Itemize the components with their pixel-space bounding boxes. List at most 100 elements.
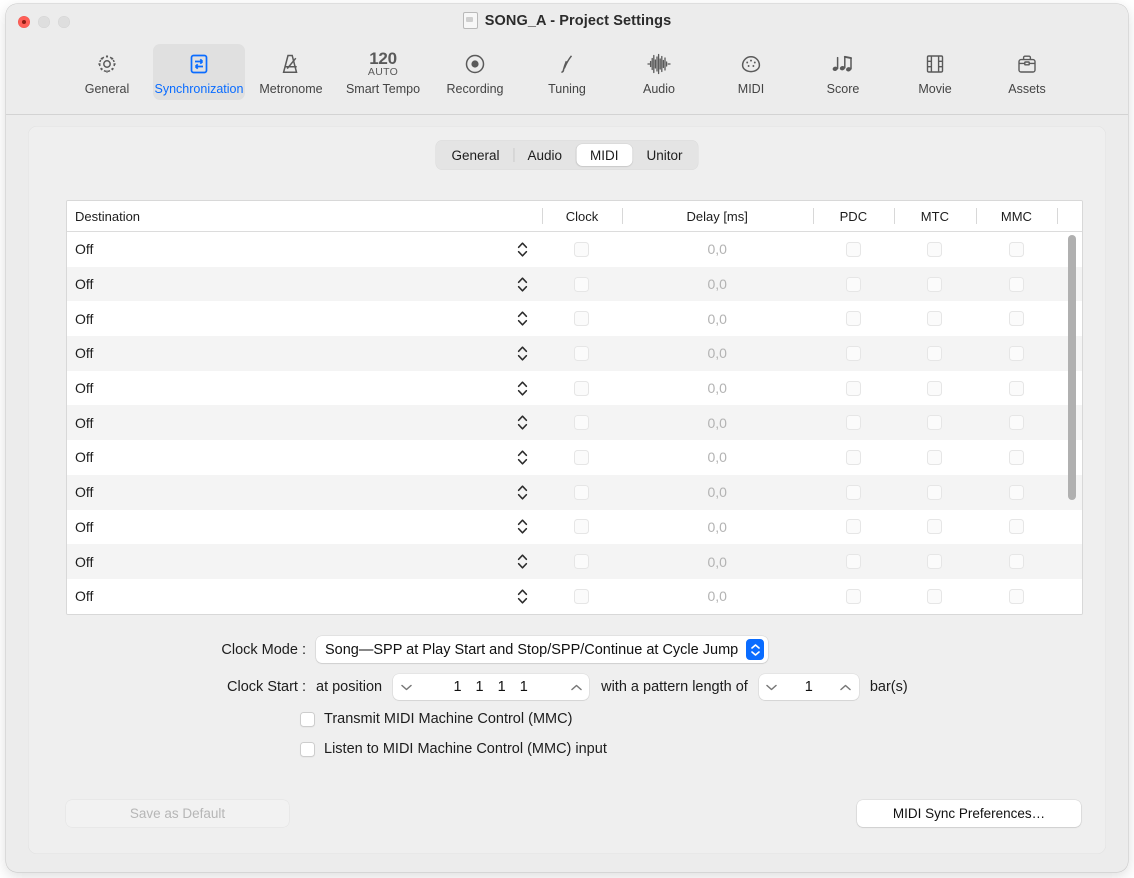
pdc-checkbox[interactable] xyxy=(845,554,861,570)
destination-cell[interactable]: Off xyxy=(67,553,542,570)
chevron-down-icon[interactable] xyxy=(393,684,419,691)
mmc-checkbox[interactable] xyxy=(1008,519,1024,535)
toolbar-item-assets[interactable]: Assets xyxy=(981,44,1073,100)
destination-stepper-icon[interactable] xyxy=(516,553,528,570)
toolbar-item-synchronization[interactable]: Synchronization xyxy=(153,44,245,100)
pdc-cell[interactable] xyxy=(813,345,895,361)
destination-stepper-icon[interactable] xyxy=(516,449,528,466)
table-row[interactable]: Off 0,0 xyxy=(67,578,1082,614)
clock-cell[interactable] xyxy=(542,415,622,431)
clock-checkbox[interactable] xyxy=(574,380,590,396)
mmc-cell[interactable] xyxy=(976,484,1058,500)
destination-cell[interactable]: Off xyxy=(67,414,542,431)
tab-general[interactable]: General xyxy=(437,144,513,166)
toolbar-item-general[interactable]: General xyxy=(61,44,153,100)
pdc-checkbox[interactable] xyxy=(845,276,861,292)
mtc-checkbox[interactable] xyxy=(927,449,943,465)
chevron-up-icon[interactable] xyxy=(833,684,859,691)
table-scrollbar[interactable] xyxy=(1065,233,1080,611)
destination-cell[interactable]: Off xyxy=(67,518,542,535)
mtc-checkbox[interactable] xyxy=(927,415,943,431)
pdc-cell[interactable] xyxy=(813,380,895,396)
pdc-checkbox[interactable] xyxy=(845,588,861,604)
destination-stepper-icon[interactable] xyxy=(516,588,528,605)
clock-checkbox[interactable] xyxy=(574,484,590,500)
table-row[interactable]: Off 0,0 xyxy=(67,301,1082,337)
mtc-checkbox[interactable] xyxy=(927,519,943,535)
mtc-cell[interactable] xyxy=(894,241,976,257)
toolbar-item-smart-tempo[interactable]: 120 AUTO Smart Tempo xyxy=(337,44,429,100)
pdc-cell[interactable] xyxy=(813,519,895,535)
destination-cell[interactable]: Off xyxy=(67,449,542,466)
mmc-checkbox[interactable] xyxy=(1008,415,1024,431)
delay-cell[interactable]: 0,0 xyxy=(622,241,813,257)
destination-stepper-icon[interactable] xyxy=(516,241,528,258)
pdc-checkbox[interactable] xyxy=(845,311,861,327)
pattern-length-stepper[interactable]: 1 xyxy=(758,674,859,700)
mtc-cell[interactable] xyxy=(894,484,976,500)
listen-mmc-row[interactable]: Listen to MIDI Machine Control (MMC) inp… xyxy=(300,741,607,757)
table-row[interactable]: Off 0,0 xyxy=(67,440,1082,475)
mtc-cell[interactable] xyxy=(894,380,976,396)
mmc-cell[interactable] xyxy=(976,276,1058,292)
destination-cell[interactable]: Off xyxy=(67,588,542,605)
table-scrollbar-thumb[interactable] xyxy=(1068,235,1076,500)
mmc-checkbox[interactable] xyxy=(1008,484,1024,500)
delay-cell[interactable]: 0,0 xyxy=(622,588,813,604)
mtc-checkbox[interactable] xyxy=(927,241,943,257)
clock-cell[interactable] xyxy=(542,588,622,604)
clock-checkbox[interactable] xyxy=(574,311,590,327)
mmc-checkbox[interactable] xyxy=(1008,380,1024,396)
mtc-checkbox[interactable] xyxy=(927,588,943,604)
mmc-checkbox[interactable] xyxy=(1008,241,1024,257)
delay-cell[interactable]: 0,0 xyxy=(622,519,813,535)
save-as-default-button[interactable]: Save as Default xyxy=(66,800,289,827)
delay-cell[interactable]: 0,0 xyxy=(622,276,813,292)
midi-sync-preferences-button[interactable]: MIDI Sync Preferences… xyxy=(857,800,1081,827)
pdc-cell[interactable] xyxy=(813,484,895,500)
pdc-checkbox[interactable] xyxy=(845,380,861,396)
pdc-checkbox[interactable] xyxy=(845,484,861,500)
pdc-cell[interactable] xyxy=(813,311,895,327)
mtc-checkbox[interactable] xyxy=(927,554,943,570)
chevron-down-icon[interactable] xyxy=(759,684,785,691)
mtc-checkbox[interactable] xyxy=(927,380,943,396)
clock-checkbox[interactable] xyxy=(574,415,590,431)
destination-cell[interactable]: Off xyxy=(67,484,542,501)
clock-cell[interactable] xyxy=(542,484,622,500)
clock-checkbox[interactable] xyxy=(574,345,590,361)
pdc-checkbox[interactable] xyxy=(845,415,861,431)
listen-mmc-checkbox[interactable] xyxy=(300,741,315,757)
mtc-cell[interactable] xyxy=(894,449,976,465)
mtc-cell[interactable] xyxy=(894,519,976,535)
table-row[interactable]: Off 0,0 xyxy=(67,405,1082,441)
mmc-cell[interactable] xyxy=(976,241,1058,257)
destination-stepper-icon[interactable] xyxy=(516,484,528,501)
toolbar-item-movie[interactable]: Movie xyxy=(889,44,981,100)
clock-cell[interactable] xyxy=(542,276,622,292)
pdc-checkbox[interactable] xyxy=(845,449,861,465)
mmc-checkbox[interactable] xyxy=(1008,554,1024,570)
pdc-checkbox[interactable] xyxy=(845,241,861,257)
destination-stepper-icon[interactable] xyxy=(516,345,528,362)
mmc-checkbox[interactable] xyxy=(1008,588,1024,604)
delay-cell[interactable]: 0,0 xyxy=(622,449,813,465)
tab-unitor[interactable]: Unitor xyxy=(633,144,697,166)
toolbar-item-score[interactable]: Score xyxy=(797,44,889,100)
mmc-cell[interactable] xyxy=(976,449,1058,465)
mtc-cell[interactable] xyxy=(894,588,976,604)
mmc-cell[interactable] xyxy=(976,415,1058,431)
mtc-cell[interactable] xyxy=(894,554,976,570)
mmc-cell[interactable] xyxy=(976,554,1058,570)
table-row[interactable]: Off 0,0 xyxy=(67,336,1082,371)
table-row[interactable]: Off 0,0 xyxy=(67,370,1082,406)
clock-checkbox[interactable] xyxy=(574,241,590,257)
delay-cell[interactable]: 0,0 xyxy=(622,554,813,570)
delay-cell[interactable]: 0,0 xyxy=(622,311,813,327)
table-row[interactable]: Off 0,0 xyxy=(67,474,1082,510)
destination-cell[interactable]: Off xyxy=(67,345,542,362)
clock-cell[interactable] xyxy=(542,311,622,327)
transmit-mmc-row[interactable]: Transmit MIDI Machine Control (MMC) xyxy=(300,711,572,727)
clock-checkbox[interactable] xyxy=(574,554,590,570)
pdc-cell[interactable] xyxy=(813,276,895,292)
